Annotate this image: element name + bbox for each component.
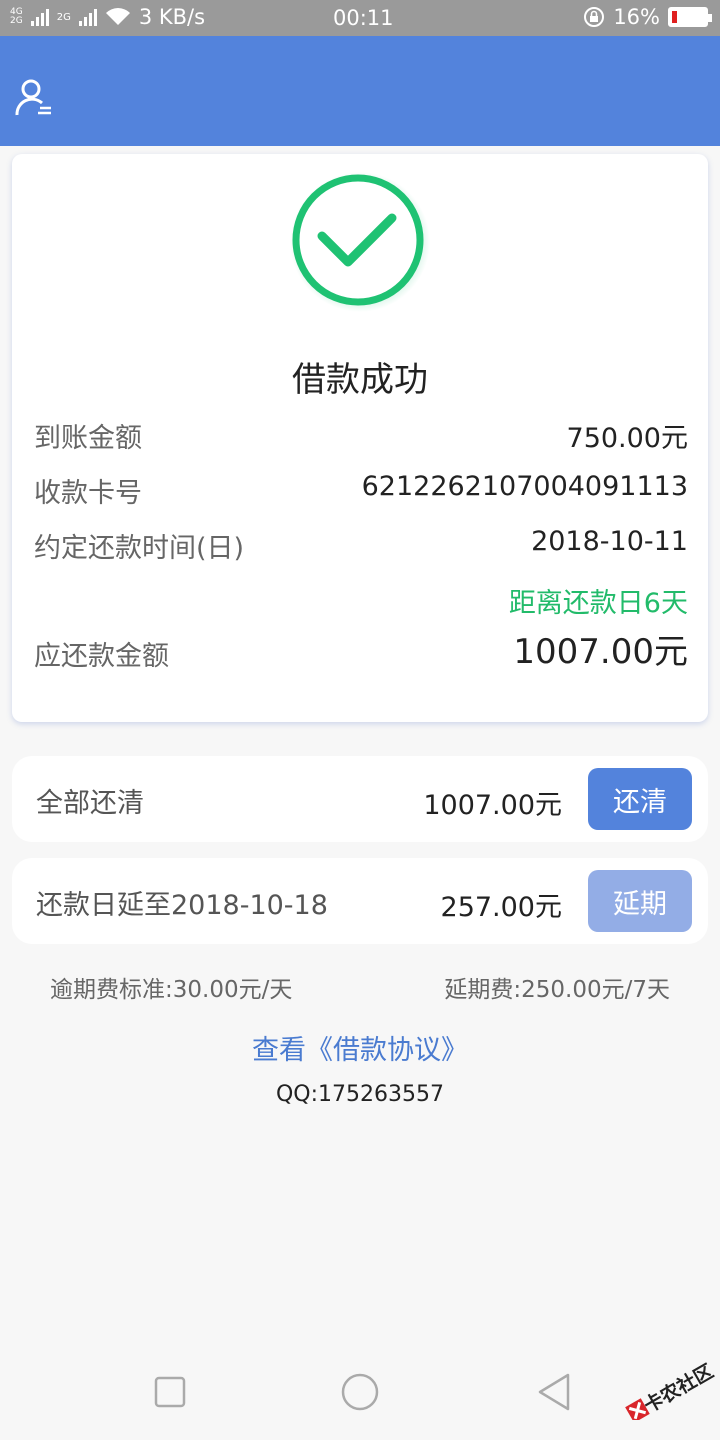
battery-level (672, 11, 677, 23)
square-icon[interactable] (154, 1376, 186, 1408)
repay-full-amount: 1007.00元 (423, 790, 562, 821)
repay-date-value: 2018-10-11 (531, 526, 688, 557)
clock: 00:11 (333, 6, 394, 30)
battery-icon (668, 7, 712, 27)
extend-option: 还款日延至2018-10-18 257.00元 延期 (12, 858, 708, 944)
repay-full-button[interactable]: 还清 (588, 768, 692, 830)
card-number-label: 收款卡号 (34, 478, 142, 509)
repay-full-label: 全部还清 (36, 788, 144, 819)
received-amount-label: 到账金额 (34, 423, 142, 454)
amount-due-value: 1007.00元 (513, 632, 688, 672)
loan-agreement-link[interactable]: 查看《借款协议》 (0, 1028, 720, 1067)
repay-date-label: 约定还款时间(日) (34, 533, 245, 564)
extend-amount: 257.00元 (440, 892, 562, 923)
rotation-lock-icon (584, 7, 605, 27)
signal-icon (30, 8, 49, 26)
overdue-fee-text: 逾期费标准:30.00元/天 (50, 977, 293, 1003)
loan-agreement-link-text[interactable]: 查看《借款协议》 (252, 1035, 468, 1066)
battery-percent: 16% (613, 5, 660, 29)
triangle-back-icon[interactable] (536, 1372, 572, 1412)
amount-due-label: 应还款金额 (34, 641, 169, 672)
signal-icon-2 (78, 8, 97, 26)
received-amount-value: 750.00元 (566, 423, 688, 454)
system-nav-bar (0, 1340, 720, 1440)
network-speed: 3 KB/s (138, 5, 206, 29)
extend-button[interactable]: 延期 (588, 870, 692, 932)
network-type: 4G 2G (10, 8, 23, 26)
watermark-logo: 卡农社区 (614, 1352, 718, 1423)
success-check-icon (290, 172, 430, 312)
extension-fee-text: 延期费:250.00元/7天 (444, 977, 670, 1003)
status-bar: 4G 2G 2G 3 KB/s 00:11 16% (0, 0, 720, 36)
network-type-2: 2G (56, 11, 71, 23)
loan-result-card: 借款成功 到账金额 750.00元 收款卡号 62122621070040911… (12, 154, 708, 722)
repay-full-option: 全部还清 1007.00元 还清 (12, 756, 708, 842)
status-left: 4G 2G 2G 3 KB/s (10, 5, 205, 29)
result-title: 借款成功 (292, 360, 428, 400)
days-until-due: 距离还款日6天 (508, 588, 688, 619)
status-right: 16% (583, 5, 712, 29)
app-header (0, 36, 720, 146)
wifi-icon (105, 8, 130, 25)
network-type-bottom: 2G (10, 16, 23, 26)
user-menu-icon[interactable] (14, 78, 54, 118)
contact-qq: QQ:175263557 (275, 1082, 445, 1107)
card-number-value: 6212262107004091113 (361, 471, 688, 502)
extend-label: 还款日延至2018-10-18 (36, 890, 328, 921)
circle-icon[interactable] (340, 1372, 380, 1412)
